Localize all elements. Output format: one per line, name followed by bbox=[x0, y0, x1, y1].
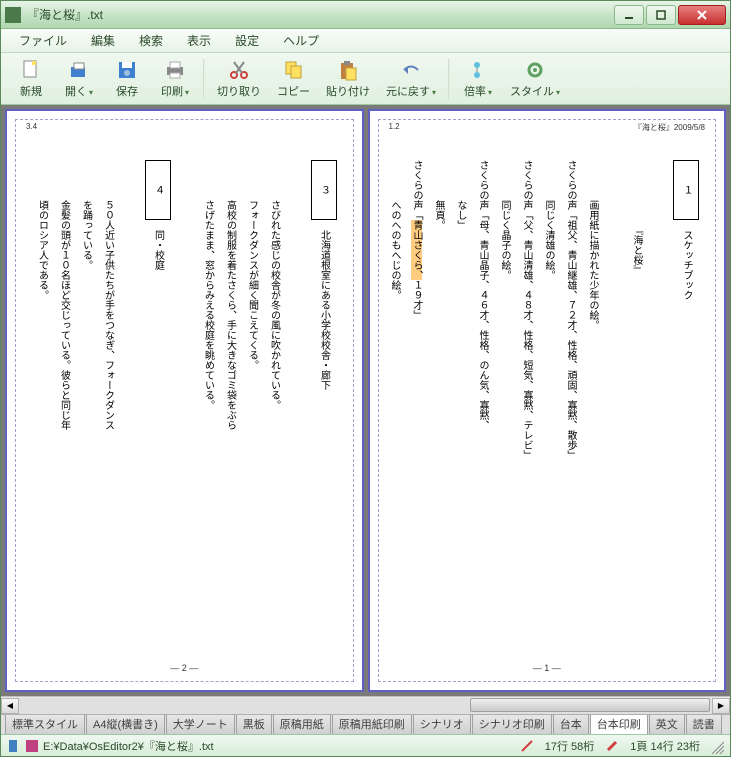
open-button[interactable]: 開く▾ bbox=[55, 56, 103, 102]
page-header-left: 1.2 bbox=[389, 122, 400, 131]
window-title: 『海と桜』.txt bbox=[27, 6, 614, 23]
chevron-down-icon: ▾ bbox=[89, 88, 93, 97]
page-footer: ― 2 ― bbox=[16, 663, 353, 673]
scissors-icon bbox=[228, 59, 250, 81]
tab-scenario[interactable]: シナリオ bbox=[413, 714, 471, 734]
tab-scenario-print[interactable]: シナリオ印刷 bbox=[472, 714, 552, 734]
style-tabbar: 標準スタイル A4縦(横書き) 大学ノート 黒板 原稿用紙 原稿用紙印刷 シナリ… bbox=[1, 714, 730, 734]
resize-grip[interactable] bbox=[708, 738, 724, 754]
window-controls bbox=[614, 5, 726, 25]
edit-icon bbox=[606, 740, 618, 752]
document-icon bbox=[7, 739, 21, 753]
tab-manuscript-print[interactable]: 原稿用紙印刷 bbox=[332, 714, 412, 734]
paste-icon bbox=[337, 59, 359, 81]
editor-content: 3.4 ３ 北海道根室にある小学校校舎・廊下 さびれた感じの校舎が冬の風に吹かれ… bbox=[1, 105, 730, 696]
zoom-button[interactable]: 倍率▾ bbox=[454, 56, 502, 102]
gear-icon bbox=[524, 59, 546, 81]
section-number: １ bbox=[673, 160, 699, 220]
zoom-icon bbox=[467, 59, 489, 81]
copy-button[interactable]: コピー bbox=[269, 56, 318, 102]
tab-notebook[interactable]: 大学ノート bbox=[166, 714, 235, 734]
page-left[interactable]: 3.4 ３ 北海道根室にある小学校校舎・廊下 さびれた感じの校舎が冬の風に吹かれ… bbox=[5, 109, 364, 692]
scroll-left-button[interactable]: ◀ bbox=[1, 698, 19, 714]
page-footer: ― 1 ― bbox=[379, 663, 716, 673]
menubar: ファイル 編集 検索 表示 設定 ヘルプ bbox=[1, 29, 730, 53]
print-button[interactable]: 印刷▾ bbox=[151, 56, 199, 102]
tab-blackboard[interactable]: 黒板 bbox=[236, 714, 272, 734]
chevron-down-icon: ▾ bbox=[488, 88, 492, 97]
statusbar: E:¥Data¥OsEditor2¥『海と桜』.txt 17行 58桁 1頁 1… bbox=[1, 734, 730, 756]
page-text[interactable]: ３ 北海道根室にある小学校校舎・廊下 さびれた感じの校舎が冬の風に吹かれている。… bbox=[28, 160, 341, 651]
tab-manuscript[interactable]: 原稿用紙 bbox=[273, 714, 331, 734]
maximize-button[interactable] bbox=[646, 5, 676, 25]
tab-reading[interactable]: 読書 bbox=[686, 714, 722, 734]
copy-icon bbox=[283, 59, 305, 81]
toolbar-separator bbox=[203, 59, 205, 99]
tab-script-print[interactable]: 台本印刷 bbox=[590, 714, 648, 734]
menu-settings[interactable]: 設定 bbox=[225, 30, 269, 51]
page-header-right: 『海と桜』2009/5/8 bbox=[634, 122, 705, 133]
scroll-right-button[interactable]: ▶ bbox=[712, 698, 730, 714]
cut-button[interactable]: 切り取り bbox=[209, 56, 269, 102]
toolbar: 新規 開く▾ 保存 印刷▾ 切り取り コピー 貼り付け 元に戻す▾ bbox=[1, 53, 730, 105]
paste-button[interactable]: 貼り付け bbox=[318, 56, 378, 102]
chevron-down-icon: ▾ bbox=[185, 88, 189, 97]
new-file-icon bbox=[20, 59, 42, 81]
save-icon bbox=[116, 59, 138, 81]
tab-english[interactable]: 英文 bbox=[649, 714, 685, 734]
position-icon bbox=[521, 740, 533, 752]
status-cursor-pos: 17行 58桁 bbox=[545, 738, 595, 754]
toolbar-separator bbox=[448, 59, 450, 99]
scroll-track[interactable] bbox=[19, 698, 712, 714]
minimize-button[interactable] bbox=[614, 5, 644, 25]
close-button[interactable] bbox=[678, 5, 726, 25]
titlebar[interactable]: 『海と桜』.txt bbox=[1, 1, 730, 29]
highlighted-text: 青山さくら、 bbox=[411, 220, 422, 280]
app-icon bbox=[5, 7, 21, 23]
menu-view[interactable]: 表示 bbox=[177, 30, 221, 51]
text-icon bbox=[25, 739, 39, 753]
tab-script[interactable]: 台本 bbox=[553, 714, 589, 734]
horizontal-scrollbar[interactable]: ◀ ▶ bbox=[1, 696, 730, 714]
status-filepath: E:¥Data¥OsEditor2¥『海と桜』.txt bbox=[43, 738, 517, 754]
style-button[interactable]: スタイル▾ bbox=[502, 56, 568, 102]
open-icon bbox=[68, 59, 90, 81]
section-number: ４ bbox=[145, 160, 171, 220]
page-text[interactable]: １ スケッチブック 『海と桜』 画用紙に描かれた少年の絵。 さくらの声「祖父、青… bbox=[391, 160, 704, 651]
menu-edit[interactable]: 編集 bbox=[81, 30, 125, 51]
chevron-down-icon: ▾ bbox=[556, 88, 560, 97]
page-header-left: 3.4 bbox=[26, 122, 37, 131]
new-button[interactable]: 新規 bbox=[7, 56, 55, 102]
page-right[interactable]: 1.2 『海と桜』2009/5/8 １ スケッチブック 『海と桜』 画用紙に描か… bbox=[368, 109, 727, 692]
undo-button[interactable]: 元に戻す▾ bbox=[378, 56, 444, 102]
tab-a4[interactable]: A4縦(横書き) bbox=[86, 714, 165, 734]
menu-search[interactable]: 検索 bbox=[129, 30, 173, 51]
save-button[interactable]: 保存 bbox=[103, 56, 151, 102]
status-page-pos: 1頁 14行 23桁 bbox=[630, 738, 700, 754]
chevron-down-icon: ▾ bbox=[432, 88, 436, 97]
menu-help[interactable]: ヘルプ bbox=[273, 30, 329, 51]
app-window: 『海と桜』.txt ファイル 編集 検索 表示 設定 ヘルプ 新規 開く▾ 保存… bbox=[0, 0, 731, 757]
scroll-thumb[interactable] bbox=[470, 698, 710, 712]
section-number: ３ bbox=[311, 160, 337, 220]
tab-standard[interactable]: 標準スタイル bbox=[5, 714, 85, 734]
print-icon bbox=[164, 59, 186, 81]
undo-icon bbox=[400, 59, 422, 81]
menu-file[interactable]: ファイル bbox=[9, 30, 77, 51]
